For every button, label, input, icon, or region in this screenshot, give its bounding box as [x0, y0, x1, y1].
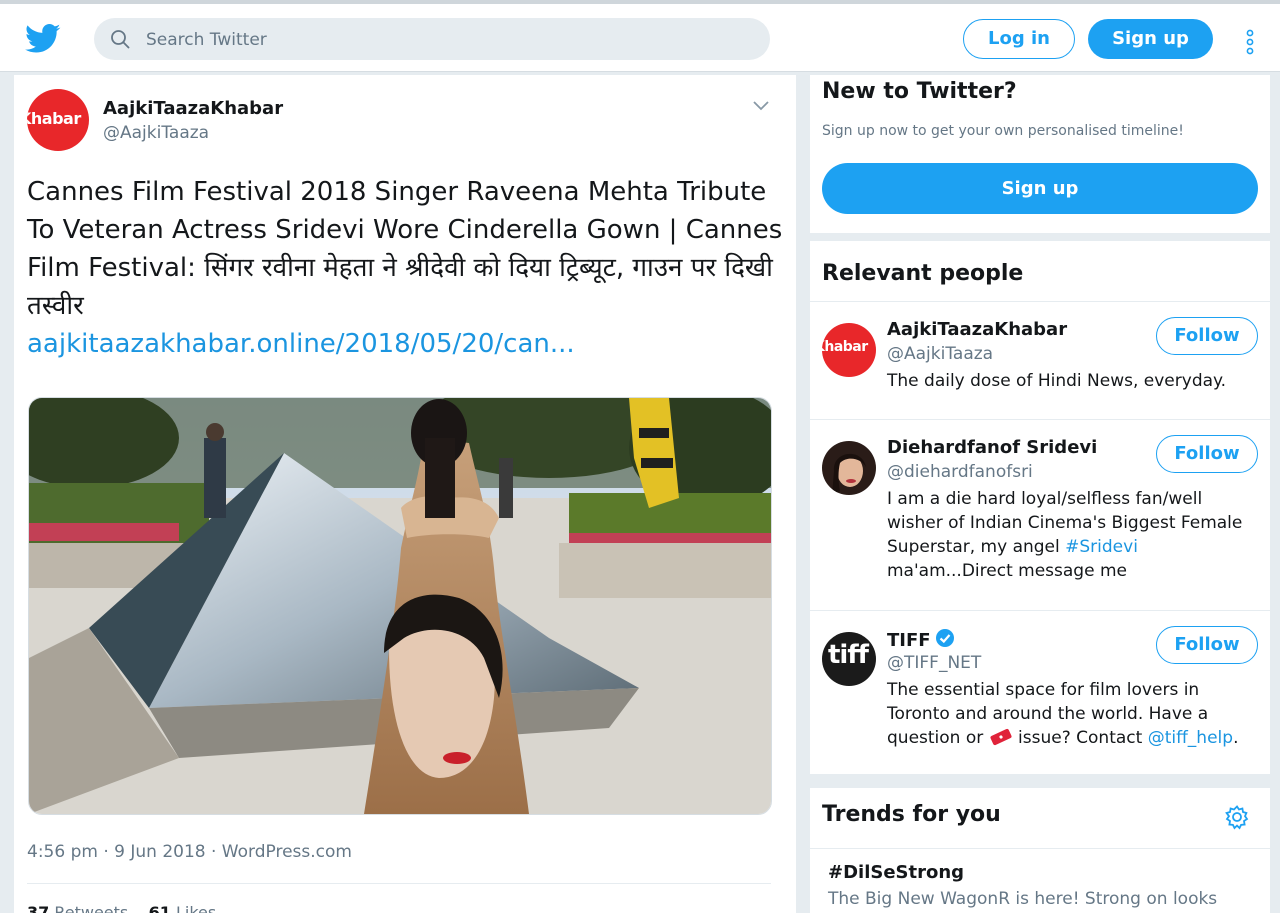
person-handle[interactable]: @AajkiTaaza [887, 344, 993, 364]
photo-image [29, 398, 771, 814]
relevant-people-panel: Relevant people Khabar AajkiTaazaKhabar … [810, 241, 1270, 774]
bio-hashtag-link[interactable]: #Sridevi [1065, 537, 1138, 557]
person-name[interactable]: TIFF [887, 628, 955, 651]
person-bio: The essential space for film lovers in T… [887, 678, 1262, 750]
tweet-author-name[interactable]: AajkiTaazaKhabar [103, 98, 283, 119]
search-input[interactable] [144, 18, 748, 62]
gear-icon[interactable] [1224, 804, 1250, 830]
tweet-link[interactable]: aajkitaazakhabar.online/2018/05/20/can..… [27, 325, 787, 363]
person-item[interactable]: Khabar AajkiTaazaKhabar @AajkiTaaza The … [810, 311, 1270, 419]
avatar-photo [822, 441, 876, 495]
person-handle[interactable]: @diehardfanofsri [887, 462, 1033, 482]
ticket-emoji-icon [990, 728, 1012, 746]
person-name[interactable]: AajkiTaazaKhabar [887, 319, 1067, 340]
divider [810, 610, 1270, 611]
avatar-logo-text: Khabar [27, 109, 81, 128]
tweet-photo[interactable] [28, 397, 772, 815]
person-bio: I am a die hard loyal/selfless fan/well … [887, 487, 1262, 583]
trend-item-description[interactable]: The Big New WagonR is here! Strong on lo… [828, 889, 1217, 909]
follow-button[interactable]: Follow [1156, 435, 1258, 473]
person-handle[interactable]: @TIFF_NET [887, 653, 981, 673]
like-count[interactable]: 61 [149, 903, 171, 913]
avatar-logo-text: Khabar [822, 339, 868, 355]
bio-text: ma'am...Direct message me [887, 561, 1127, 581]
tweet-card: Khabar AajkiTaazaKhabar @AajkiTaaza Cann… [14, 75, 796, 913]
panel-title: New to Twitter? [822, 79, 1017, 104]
like-label[interactable]: Likes [176, 903, 216, 913]
bio-text: issue? Contact [1012, 728, 1148, 748]
tweet-text: Cannes Film Festival 2018 Singer Raveena… [27, 173, 787, 363]
login-button[interactable]: Log in [963, 19, 1075, 59]
panel-title: Trends for you [822, 802, 1001, 827]
tweet-author-handle[interactable]: @AajkiTaaza [103, 123, 209, 143]
retweet-label[interactable]: Retweets [54, 903, 128, 913]
divider [810, 419, 1270, 420]
person-item[interactable]: tiff TIFF @TIFF_NET The essential space … [810, 620, 1270, 770]
divider [27, 883, 771, 884]
tweet-author-avatar[interactable]: Khabar [27, 89, 89, 151]
verified-badge-icon [935, 629, 954, 647]
chevron-down-icon[interactable] [752, 99, 770, 113]
trend-item-hashtag[interactable]: #DilSeStrong [828, 862, 964, 883]
follow-button[interactable]: Follow [1156, 317, 1258, 355]
person-item[interactable]: Diehardfanof Sridevi @diehardfanofsri I … [810, 429, 1270, 609]
tweet-body: Cannes Film Festival 2018 Singer Raveena… [27, 177, 783, 321]
person-avatar[interactable]: Khabar [822, 323, 876, 377]
divider [810, 301, 1270, 302]
search-box[interactable] [94, 18, 770, 62]
bio-text: . [1233, 728, 1239, 748]
person-avatar[interactable]: tiff [822, 632, 876, 686]
trends-panel: Trends for you #DilSeStrong The Big New … [810, 788, 1270, 913]
sidebar-signup-button[interactable]: Sign up [822, 163, 1258, 214]
search-icon [111, 30, 130, 49]
new-to-twitter-panel: New to Twitter? Sign up now to get your … [810, 75, 1270, 233]
more-vertical-icon[interactable] [1240, 28, 1260, 56]
signup-button[interactable]: Sign up [1088, 19, 1213, 59]
panel-subtitle: Sign up now to get your own personalised… [822, 123, 1184, 139]
avatar-logo-text: tiff [828, 640, 869, 670]
panel-title: Relevant people [822, 261, 1024, 286]
twitter-bird-icon[interactable] [25, 24, 61, 54]
person-avatar[interactable] [822, 441, 876, 495]
tweet-timestamp[interactable]: 4:56 pm · 9 Jun 2018 · WordPress.com [27, 842, 352, 862]
person-bio: The daily dose of Hindi News, everyday. [887, 371, 1227, 391]
tweet-stats: 37 Retweets 61 Likes [27, 903, 216, 913]
follow-button[interactable]: Follow [1156, 626, 1258, 664]
retweet-count[interactable]: 37 [27, 903, 49, 913]
top-navigation-bar: Log in Sign up [0, 0, 1280, 72]
person-name[interactable]: Diehardfanof Sridevi [887, 437, 1097, 458]
divider [810, 848, 1270, 849]
person-name-text: TIFF [887, 630, 931, 651]
bio-mention-link[interactable]: @tiff_help [1148, 728, 1233, 748]
